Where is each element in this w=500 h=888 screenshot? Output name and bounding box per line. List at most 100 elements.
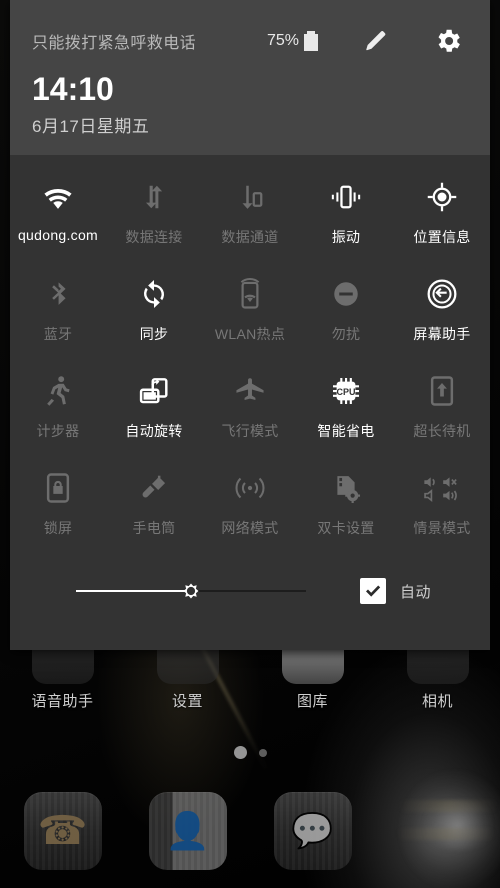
vibrate-icon xyxy=(329,177,363,217)
status-row: 只能拨打紧急呼救电话 75% xyxy=(32,24,468,58)
dock-item-messaging[interactable]: 💬 xyxy=(250,792,375,888)
tile-label: 飞行模式 xyxy=(221,423,279,439)
tile-do-not-disturb[interactable]: 勿扰 xyxy=(298,260,394,357)
tile-grid: qudong.com 数据连接 数据通道 振动 位置信息 蓝牙 同步 WLAN热… xyxy=(10,155,490,551)
lock-screen-icon xyxy=(45,468,71,508)
pedometer-icon xyxy=(43,371,73,411)
page-dot-active[interactable] xyxy=(233,746,247,759)
app-label: 设置 xyxy=(171,693,203,710)
browser-icon xyxy=(399,792,477,870)
ultra-standby-icon xyxy=(429,371,455,411)
home-dock: ☎ 👤 💬 xyxy=(0,792,500,888)
phone-glyph: ☎ xyxy=(37,809,88,853)
tile-label: 情景模式 xyxy=(413,520,471,536)
flashlight-icon xyxy=(138,468,170,508)
tile-airplane-mode[interactable]: 飞行模式 xyxy=(202,357,298,454)
checkmark-icon[interactable] xyxy=(360,578,386,604)
auto-rotate-icon xyxy=(138,371,170,411)
tile-label: 蓝牙 xyxy=(43,326,73,342)
tile-label: 振动 xyxy=(331,229,361,245)
tile-screen-assistant[interactable]: 屏幕助手 xyxy=(394,260,490,357)
battery-full-icon xyxy=(304,31,318,51)
location-icon xyxy=(427,177,457,217)
panel-header: 只能拨打紧急呼救电话 75% 14:10 6月17日星期五 xyxy=(10,0,490,155)
speech-bubble-glyph: 💬 xyxy=(291,812,334,850)
brightness-sun-icon[interactable] xyxy=(179,579,203,603)
tile-row: qudong.com 数据连接 数据通道 振动 位置信息 xyxy=(10,163,490,260)
carrier-label: 只能拨打紧急呼救电话 xyxy=(32,35,197,52)
tile-label: 锁屏 xyxy=(43,520,73,536)
tile-bluetooth[interactable]: 蓝牙 xyxy=(10,260,106,357)
tile-scene-mode[interactable]: 情景模式 xyxy=(394,454,490,551)
tile-row: 锁屏 手电筒 网络模式 双卡设置 情景模式 xyxy=(10,454,490,551)
tile-row: 蓝牙 同步 WLAN热点 勿扰 屏幕助手 xyxy=(10,260,490,357)
dock-item-browser[interactable] xyxy=(375,792,500,888)
tile-label: 智能省电 xyxy=(317,423,375,439)
slider-track-fill xyxy=(76,590,191,592)
tile-dual-sim-settings[interactable]: 双卡设置 xyxy=(298,454,394,551)
screen-assistant-icon xyxy=(426,274,458,314)
battery-percent-label: 75% xyxy=(266,32,299,49)
do-not-disturb-icon xyxy=(331,274,361,314)
tile-wlan-hotspot[interactable]: WLAN热点 xyxy=(202,260,298,357)
contacts-icon: 👤 xyxy=(148,792,227,870)
tile-label: 数据通道 xyxy=(221,229,279,245)
sync-icon xyxy=(138,274,170,314)
auto-brightness-label: 自动 xyxy=(400,583,432,601)
dual-sim-settings-icon xyxy=(331,468,361,508)
tile-lock-screen[interactable]: 锁屏 xyxy=(10,454,106,551)
cpu-power-save-icon: CPU xyxy=(331,371,361,411)
page-dot-inactive[interactable] xyxy=(258,748,267,757)
app-label: 相机 xyxy=(421,693,453,710)
tile-label: 计步器 xyxy=(36,423,80,439)
tile-flashlight[interactable]: 手电筒 xyxy=(106,454,202,551)
tile-row: 计步器 自动旋转 飞行模式 CPU 智能省电 超长待机 xyxy=(10,357,490,454)
tile-label: 网络模式 xyxy=(221,520,279,536)
gear-icon[interactable] xyxy=(428,26,468,56)
tile-network-mode[interactable]: 网络模式 xyxy=(202,454,298,551)
tile-sync[interactable]: 同步 xyxy=(106,260,202,357)
tile-label: 同步 xyxy=(139,326,169,342)
app-label: 图库 xyxy=(296,693,328,710)
auto-brightness-toggle[interactable]: 自动 xyxy=(360,578,431,604)
tile-label: 屏幕助手 xyxy=(413,326,471,342)
tile-label: qudong.com xyxy=(17,227,99,243)
pencil-edit-icon[interactable] xyxy=(352,28,400,54)
phone-dialer-icon: ☎ xyxy=(23,792,102,870)
clock-date: 6月17日星期五 xyxy=(32,117,150,136)
svg-text:CPU: CPU xyxy=(336,387,355,397)
app-label: 语音助手 xyxy=(31,693,94,710)
wifi-icon xyxy=(41,177,75,217)
status-icons: 75% xyxy=(267,26,468,56)
tile-label: 手电筒 xyxy=(132,520,176,536)
tile-cpu-power-save[interactable]: CPU 智能省电 xyxy=(298,357,394,454)
tile-pedometer[interactable]: 计步器 xyxy=(10,357,106,454)
dock-item-contacts[interactable]: 👤 xyxy=(125,792,250,888)
tile-wifi[interactable]: qudong.com xyxy=(10,163,106,260)
bluetooth-icon xyxy=(44,274,72,314)
tile-label: 数据连接 xyxy=(125,229,183,245)
tile-location[interactable]: 位置信息 xyxy=(394,163,490,260)
tile-data-channel[interactable]: 数据通道 xyxy=(202,163,298,260)
dock-item-phone[interactable]: ☎ xyxy=(0,792,125,888)
airplane-mode-icon xyxy=(234,371,266,411)
clock-time: 14:10 xyxy=(32,71,114,107)
messaging-icon: 💬 xyxy=(273,792,352,870)
brightness-slider[interactable] xyxy=(76,579,306,603)
tile-auto-rotate[interactable]: 自动旋转 xyxy=(106,357,202,454)
data-connection-icon xyxy=(139,177,169,217)
quick-settings-panel: 只能拨打紧急呼救电话 75% 14:10 6月17日星期五 qudong.com… xyxy=(10,0,490,650)
page-indicator xyxy=(0,746,500,759)
person-glyph: 👤 xyxy=(165,810,210,851)
tile-label: 超长待机 xyxy=(413,423,471,439)
tile-vibrate[interactable]: 振动 xyxy=(298,163,394,260)
tile-label: 自动旋转 xyxy=(125,423,183,439)
tile-ultra-standby[interactable]: 超长待机 xyxy=(394,357,490,454)
tile-label: 双卡设置 xyxy=(317,520,375,536)
network-mode-icon xyxy=(233,468,267,508)
brightness-row: 自动 xyxy=(10,555,490,627)
tile-data-connection[interactable]: 数据连接 xyxy=(106,163,202,260)
tile-label: WLAN热点 xyxy=(214,326,286,342)
scene-mode-icon xyxy=(422,468,462,508)
data-channel-icon xyxy=(235,177,265,217)
